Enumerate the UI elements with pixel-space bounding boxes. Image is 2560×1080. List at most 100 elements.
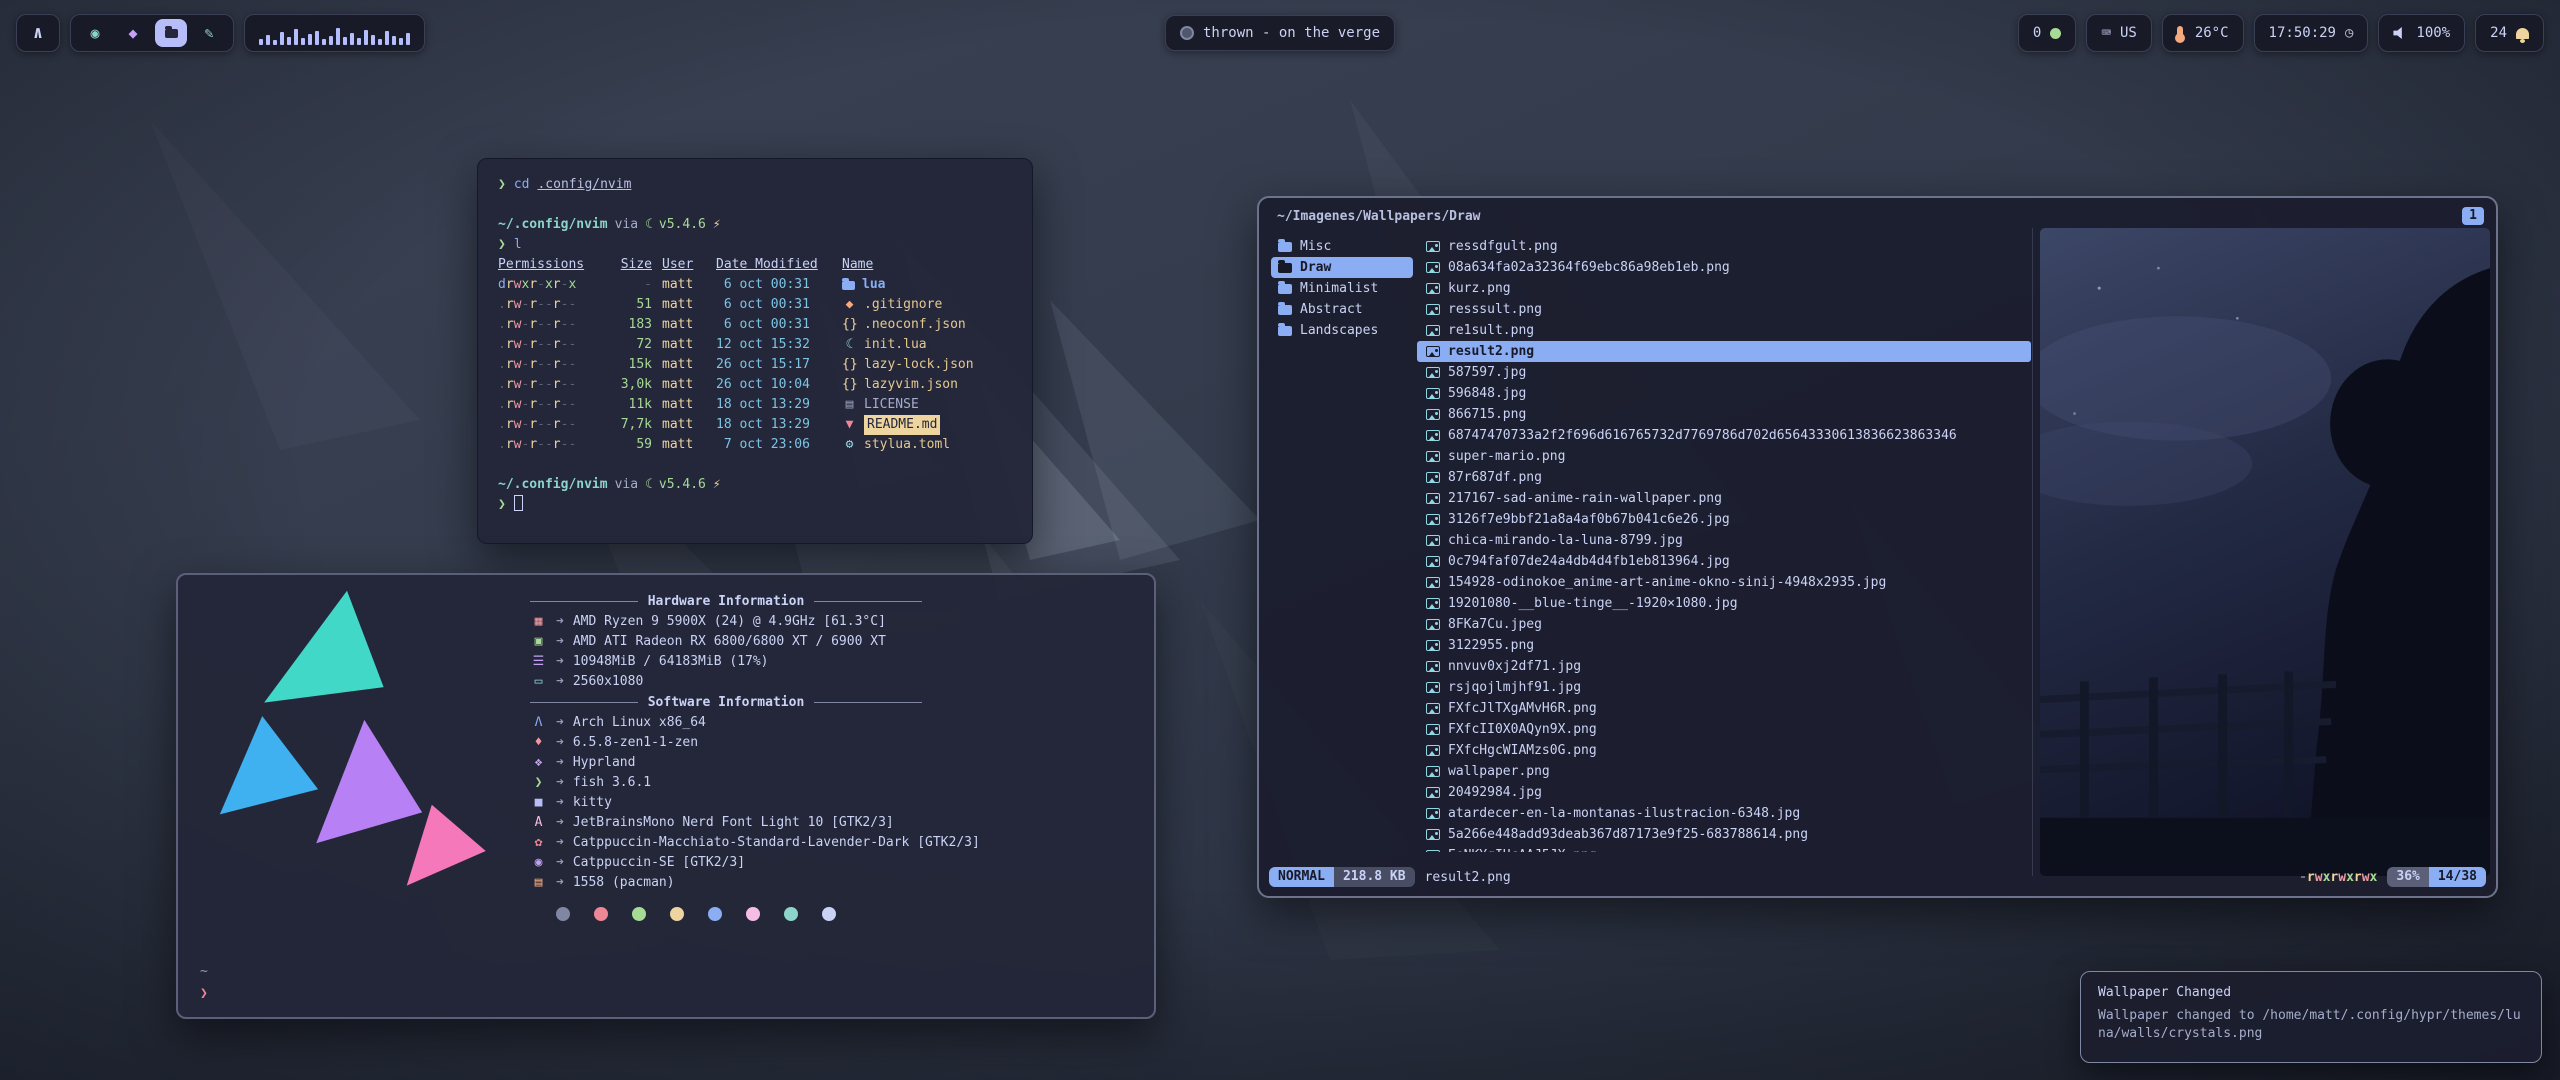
file-row[interactable]: super-mario.png: [1417, 446, 2031, 467]
image-file-icon: [1426, 850, 1440, 852]
file-row[interactable]: wallpaper.png: [1417, 761, 2031, 782]
fetch-line: ☰➜10948MiB / 64183MiB (17%): [530, 652, 1136, 672]
graph-bar: [266, 35, 270, 45]
fetch-line: ▤➜1558 (pacman): [530, 873, 1136, 893]
file-size: 72: [604, 335, 652, 355]
gear-icon: ⚙: [842, 435, 857, 455]
file-row[interactable]: 154928-odinokoe_anime-art-anime-okno-sin…: [1417, 572, 2031, 593]
file-name-text: lazy-lock.json: [864, 355, 974, 375]
file-name: 587597.jpg: [1448, 365, 1526, 380]
breadcrumb-path: ~/Imagenes/Wallpapers/Draw: [1277, 209, 1481, 224]
fetch-line: ❖➜Hyprland: [530, 753, 1136, 773]
folder-icon: [165, 29, 178, 38]
file-row[interactable]: 3122955.png: [1417, 635, 2031, 656]
parent-directory-pane: MiscDrawMinimalistAbstractLandscapes: [1271, 236, 1413, 852]
keyboard-layout-module[interactable]: ⌨ US: [2086, 14, 2152, 52]
fetch-value: 6.5.8-zen1-1-zen: [573, 733, 698, 753]
palette-dot: [594, 907, 608, 921]
permissions: .rw-r--r--: [498, 335, 594, 355]
file-name-text: .gitignore: [864, 295, 942, 315]
keyboard-icon: ⌨: [2101, 25, 2111, 41]
graph-bar: [399, 38, 403, 45]
active-window-title[interactable]: thrown - on the verge: [1165, 15, 1395, 51]
file-row[interactable]: 87r687df.png: [1417, 467, 2031, 488]
updates-module[interactable]: 0: [2018, 14, 2076, 52]
temperature-module[interactable]: 26°C: [2162, 14, 2244, 52]
file-row[interactable]: 866715.png: [1417, 404, 2031, 425]
image-file-icon: [1426, 640, 1440, 651]
mode-size-group: NORMAL 218.8 KB: [1269, 867, 1415, 887]
file-row[interactable]: 3126f7e9bbf21a8a4af0b67b041c6e26.jpg: [1417, 509, 2031, 530]
workspace-2-button[interactable]: ◆: [117, 19, 149, 47]
file-row[interactable]: 8FKa7Cu.jpeg: [1417, 614, 2031, 635]
sidebar-folder-minimalist[interactable]: Minimalist: [1271, 278, 1413, 299]
text-cursor: [514, 495, 523, 511]
workspace-4-button[interactable]: ✎: [193, 19, 225, 47]
file-row[interactable]: 68747470733a2f2f696d616765732d7769786d70…: [1417, 425, 2031, 446]
file-row[interactable]: 20492984.jpg: [1417, 782, 2031, 803]
notification-popup[interactable]: Wallpaper Changed Wallpaper changed to /…: [2080, 971, 2542, 1063]
kernel-icon: ♦: [530, 733, 547, 753]
temperature-value: 26°C: [2195, 25, 2229, 41]
image-file-icon: [1426, 703, 1440, 714]
cpu-graph-widget[interactable]: [244, 14, 425, 52]
tab-indicator[interactable]: 1: [2462, 207, 2484, 225]
palette-dot: [556, 907, 570, 921]
graph-bar: [259, 39, 263, 45]
volume-module[interactable]: 100%: [2378, 14, 2465, 52]
file-row[interactable]: result2.png: [1417, 341, 2031, 362]
prompt-char: ❯: [498, 497, 506, 512]
file-name-cell: ◆.gitignore: [842, 295, 1012, 315]
file-size: 183: [604, 315, 652, 335]
file-row[interactable]: re1sult.png: [1417, 320, 2031, 341]
file-row[interactable]: EeNKYgIUcAAJ5JX.png: [1417, 845, 2031, 852]
launcher-button[interactable]: ∧: [16, 14, 60, 52]
terminal-window-fetch[interactable]: Hardware Information ▦➜AMD Ryzen 9 5900X…: [176, 573, 1156, 1019]
notifications-module[interactable]: 24: [2475, 14, 2544, 52]
sidebar-folder-misc[interactable]: Misc: [1271, 236, 1413, 257]
cwd-path: ~/.config/nvim: [498, 477, 608, 492]
file-row[interactable]: 0c794faf07de24a4db4d4fb1eb813964.jpg: [1417, 551, 2031, 572]
terminal-window-nvim[interactable]: ❯cd.config/nvim ~/.config/nvimvia☾v5.4.6…: [477, 158, 1033, 544]
workspace-1-button[interactable]: ◉: [79, 19, 111, 47]
file-row[interactable]: 587597.jpg: [1417, 362, 2031, 383]
shell-prompt[interactable]: ~ ❯: [200, 961, 208, 1005]
clock-module[interactable]: 17:50:29 ◷: [2254, 14, 2369, 52]
status-line: NORMAL 218.8 KB result2.png -rwxrwxrwx 3…: [1269, 864, 2486, 890]
packages-icon: ▤: [530, 873, 547, 893]
file-row[interactable]: resssult.png: [1417, 299, 2031, 320]
file-manager-window[interactable]: ~/Imagenes/Wallpapers/Draw 1 MiscDrawMin…: [1257, 196, 2498, 898]
directory-listing: PermissionsSizeUserDate ModifiedNamedrwx…: [498, 255, 1012, 455]
file-row[interactable]: 19201080-__blue-tinge__-1920×1080.jpg: [1417, 593, 2031, 614]
file-row[interactable]: FXfcII0X0AQyn9X.png: [1417, 719, 2031, 740]
image-file-icon: [1426, 451, 1440, 462]
file-row[interactable]: nnvuv0xj2df71.jpg: [1417, 656, 2031, 677]
sidebar-folder-abstract[interactable]: Abstract: [1271, 299, 1413, 320]
file-row[interactable]: 596848.jpg: [1417, 383, 2031, 404]
file-name: wallpaper.png: [1448, 764, 1550, 779]
file-name: kurz.png: [1448, 281, 1511, 296]
folder-icon: [1278, 242, 1292, 252]
file-row[interactable]: 5a266e448add93deab367d87173e9f25-6837886…: [1417, 824, 2031, 845]
file-row[interactable]: FXfcHgcWIAMzs0G.png: [1417, 740, 2031, 761]
file-row[interactable]: 217167-sad-anime-rain-wallpaper.png: [1417, 488, 2031, 509]
file-row[interactable]: kurz.png: [1417, 278, 2031, 299]
file-date: 6 oct 00:31: [716, 295, 832, 315]
prompt-char: ❯: [200, 983, 208, 1005]
workspace-3-button[interactable]: [155, 19, 187, 47]
file-row[interactable]: ressdfgult.png: [1417, 236, 2031, 257]
file-row[interactable]: atardecer-en-la-montanas-ilustracion-634…: [1417, 803, 2031, 824]
file-owner: matt: [662, 435, 706, 455]
file-row[interactable]: FXfcJlTXgAMvH6R.png: [1417, 698, 2031, 719]
file-name: rsjqojlmjhf91.jpg: [1448, 680, 1581, 695]
file-row[interactable]: rsjqojlmjhf91.jpg: [1417, 677, 2031, 698]
file-name: 19201080-__blue-tinge__-1920×1080.jpg: [1448, 596, 1738, 611]
file-row[interactable]: chica-mirando-la-luna-8799.jpg: [1417, 530, 2031, 551]
arrow-icon: ➜: [556, 652, 564, 672]
image-file-icon: [1426, 724, 1440, 735]
input-line[interactable]: ❯: [498, 495, 1012, 515]
sidebar-folder-landscapes[interactable]: Landscapes: [1271, 320, 1413, 341]
sidebar-folder-draw[interactable]: Draw: [1271, 257, 1413, 278]
file-row[interactable]: 08a634fa02a32364f69ebc86a98eb1eb.png: [1417, 257, 2031, 278]
image-file-icon: [1426, 325, 1440, 336]
